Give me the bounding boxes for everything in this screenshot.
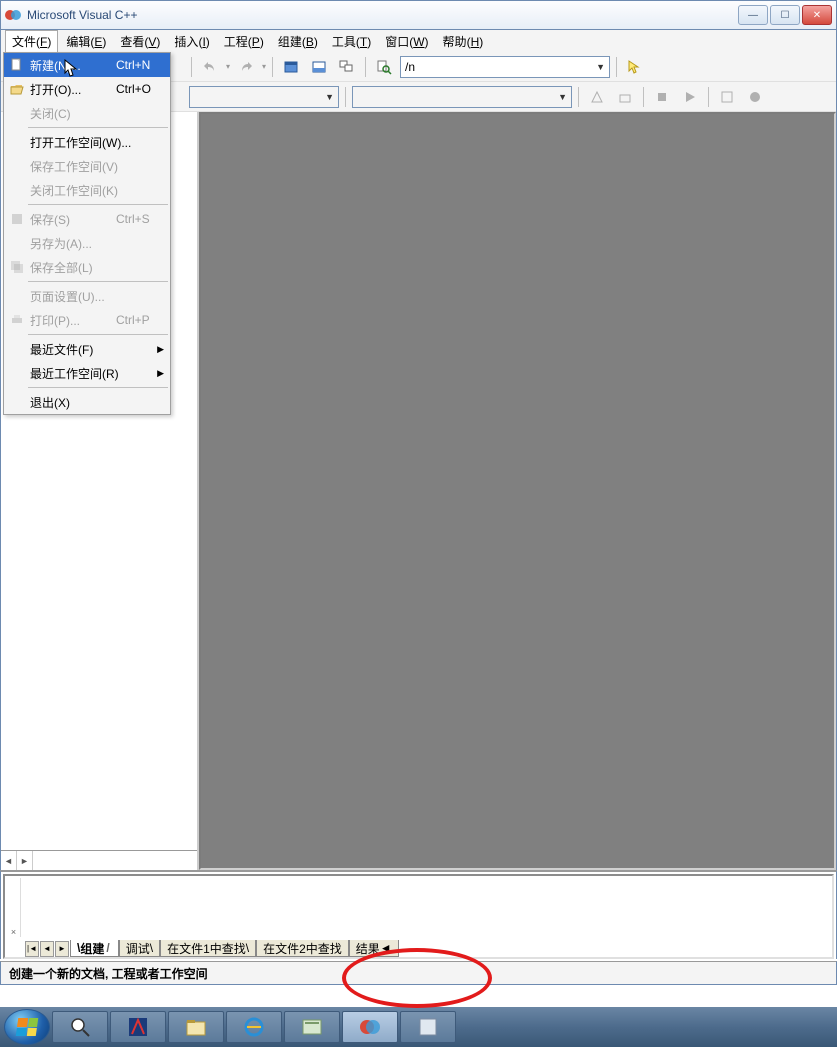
help-cursor-button[interactable] — [623, 55, 647, 79]
output-tab-build[interactable]: \组建/ — [70, 940, 119, 957]
submenu-arrow-icon: ▶ — [157, 344, 164, 355]
undo-button[interactable] — [198, 55, 222, 79]
title-bar: Microsoft Visual C++ — ☐ ✕ — [0, 0, 837, 30]
execute-button[interactable] — [678, 85, 702, 109]
menu-save: 保存(S) Ctrl+S — [4, 207, 170, 231]
windows-taskbar — [0, 1007, 837, 1047]
menu-page-setup: 页面设置(U)... — [4, 284, 170, 308]
taskbar-item-ie[interactable] — [226, 1011, 282, 1043]
find-in-files-button[interactable] — [372, 55, 396, 79]
save-all-icon — [8, 260, 26, 274]
output-tab-prev[interactable]: ◄ — [40, 941, 54, 957]
active-project-combo[interactable]: ▼ — [352, 86, 572, 108]
redo-button[interactable] — [234, 55, 258, 79]
tab-scroll-left[interactable]: ◄ — [1, 851, 17, 870]
output-tab-find2[interactable]: 在文件2中查找 — [256, 940, 349, 957]
minimize-button[interactable]: — — [738, 5, 768, 25]
active-config-combo[interactable]: ▼ — [189, 86, 339, 108]
app-icon — [5, 7, 21, 23]
taskbar-item-visual-cpp[interactable] — [342, 1011, 398, 1043]
print-icon — [8, 313, 26, 327]
output-tab-results[interactable]: 结果 ◄ — [349, 940, 399, 957]
workspace-button[interactable] — [279, 55, 303, 79]
menu-edit[interactable]: 编辑(E) — [60, 31, 112, 52]
window-list-button[interactable] — [335, 55, 359, 79]
output-tab-first[interactable]: |◄ — [25, 941, 39, 957]
menu-close-workspace: 关闭工作空间(K) — [4, 178, 170, 202]
output-pane: × |◄ ◄ ► \组建/ 调试 \ 在文件1中查找 \ 在文件2中查找 结果 … — [3, 874, 834, 959]
menu-open-workspace[interactable]: 打开工作空间(W)... — [4, 130, 170, 154]
menu-insert[interactable]: 插入(I) — [168, 31, 215, 52]
menu-help[interactable]: 帮助(H) — [437, 31, 490, 52]
menu-save-as: 另存为(A)... — [4, 231, 170, 255]
menu-save-workspace: 保存工作空间(V) — [4, 154, 170, 178]
file-menu-dropdown: 新建(N)... Ctrl+N 打开(O)... Ctrl+O 关闭(C) 打开… — [3, 52, 171, 415]
menu-exit[interactable]: 退出(X) — [4, 390, 170, 414]
menu-save-all: 保存全部(L) — [4, 255, 170, 279]
open-folder-icon — [8, 82, 26, 96]
maximize-button[interactable]: ☐ — [770, 5, 800, 25]
menu-print: 打印(P)... Ctrl+P — [4, 308, 170, 332]
menu-bar: 文件(F) 编辑(E) 查看(V) 插入(I) 工程(P) 组建(B) 工具(T… — [0, 30, 837, 52]
output-pane-wrap: × |◄ ◄ ► \组建/ 调试 \ 在文件1中查找 \ 在文件2中查找 结果 … — [0, 870, 837, 959]
workspace-tabs: ◄ ► — [1, 850, 197, 870]
menu-project[interactable]: 工程(P) — [218, 31, 270, 52]
menu-file[interactable]: 文件(F) — [5, 30, 58, 53]
windows-logo-icon — [16, 1018, 39, 1036]
menu-recent-workspaces[interactable]: 最近工作空间(R) ▶ — [4, 361, 170, 385]
workspace-panel: 新建(N)... Ctrl+N 打开(O)... Ctrl+O 关闭(C) 打开… — [1, 112, 199, 870]
stop-build-button[interactable] — [650, 85, 674, 109]
menu-new[interactable]: 新建(N)... Ctrl+N — [4, 53, 170, 77]
compile-button[interactable] — [585, 85, 609, 109]
output-button[interactable] — [307, 55, 331, 79]
menu-view[interactable]: 查看(V) — [114, 31, 166, 52]
output-margin: × — [7, 878, 21, 937]
build-button[interactable] — [613, 85, 637, 109]
output-tab-find1[interactable]: 在文件1中查找 \ — [160, 940, 256, 957]
output-tab-debug[interactable]: 调试 \ — [119, 940, 160, 957]
close-button[interactable]: ✕ — [802, 5, 832, 25]
window-title: Microsoft Visual C++ — [27, 8, 738, 22]
menu-tools[interactable]: 工具(T) — [326, 31, 377, 52]
taskbar-item-app3[interactable] — [400, 1011, 456, 1043]
taskbar-item-magnifier[interactable] — [52, 1011, 108, 1043]
new-file-icon — [8, 58, 26, 72]
menu-open[interactable]: 打开(O)... Ctrl+O — [4, 77, 170, 101]
start-button[interactable] — [4, 1009, 50, 1045]
menu-close: 关闭(C) — [4, 101, 170, 125]
output-tabs: |◄ ◄ ► \组建/ 调试 \ 在文件1中查找 \ 在文件2中查找 结果 ◄ — [25, 940, 399, 957]
go-button[interactable] — [715, 85, 739, 109]
menu-recent-files[interactable]: 最近文件(F) ▶ — [4, 337, 170, 361]
submenu-arrow-icon: ▶ — [157, 368, 164, 379]
save-icon — [8, 212, 26, 226]
taskbar-item-app2[interactable] — [284, 1011, 340, 1043]
output-tab-next[interactable]: ► — [55, 941, 69, 957]
menu-build[interactable]: 组建(B) — [272, 31, 324, 52]
menu-window[interactable]: 窗口(W) — [379, 31, 434, 52]
status-text: 创建一个新的文档, 工程或者工作空间 — [9, 965, 208, 982]
status-bar: 创建一个新的文档, 工程或者工作空间 — [0, 961, 837, 985]
main-area: 新建(N)... Ctrl+N 打开(O)... Ctrl+O 关闭(C) 打开… — [0, 112, 837, 870]
find-combo[interactable]: /n ▼ — [400, 56, 610, 78]
insert-breakpoint-button[interactable] — [743, 85, 767, 109]
taskbar-item-explorer[interactable] — [168, 1011, 224, 1043]
tab-scroll-right[interactable]: ► — [17, 851, 33, 870]
editor-area — [199, 112, 836, 870]
find-value: /n — [405, 60, 415, 74]
taskbar-item-app1[interactable] — [110, 1011, 166, 1043]
